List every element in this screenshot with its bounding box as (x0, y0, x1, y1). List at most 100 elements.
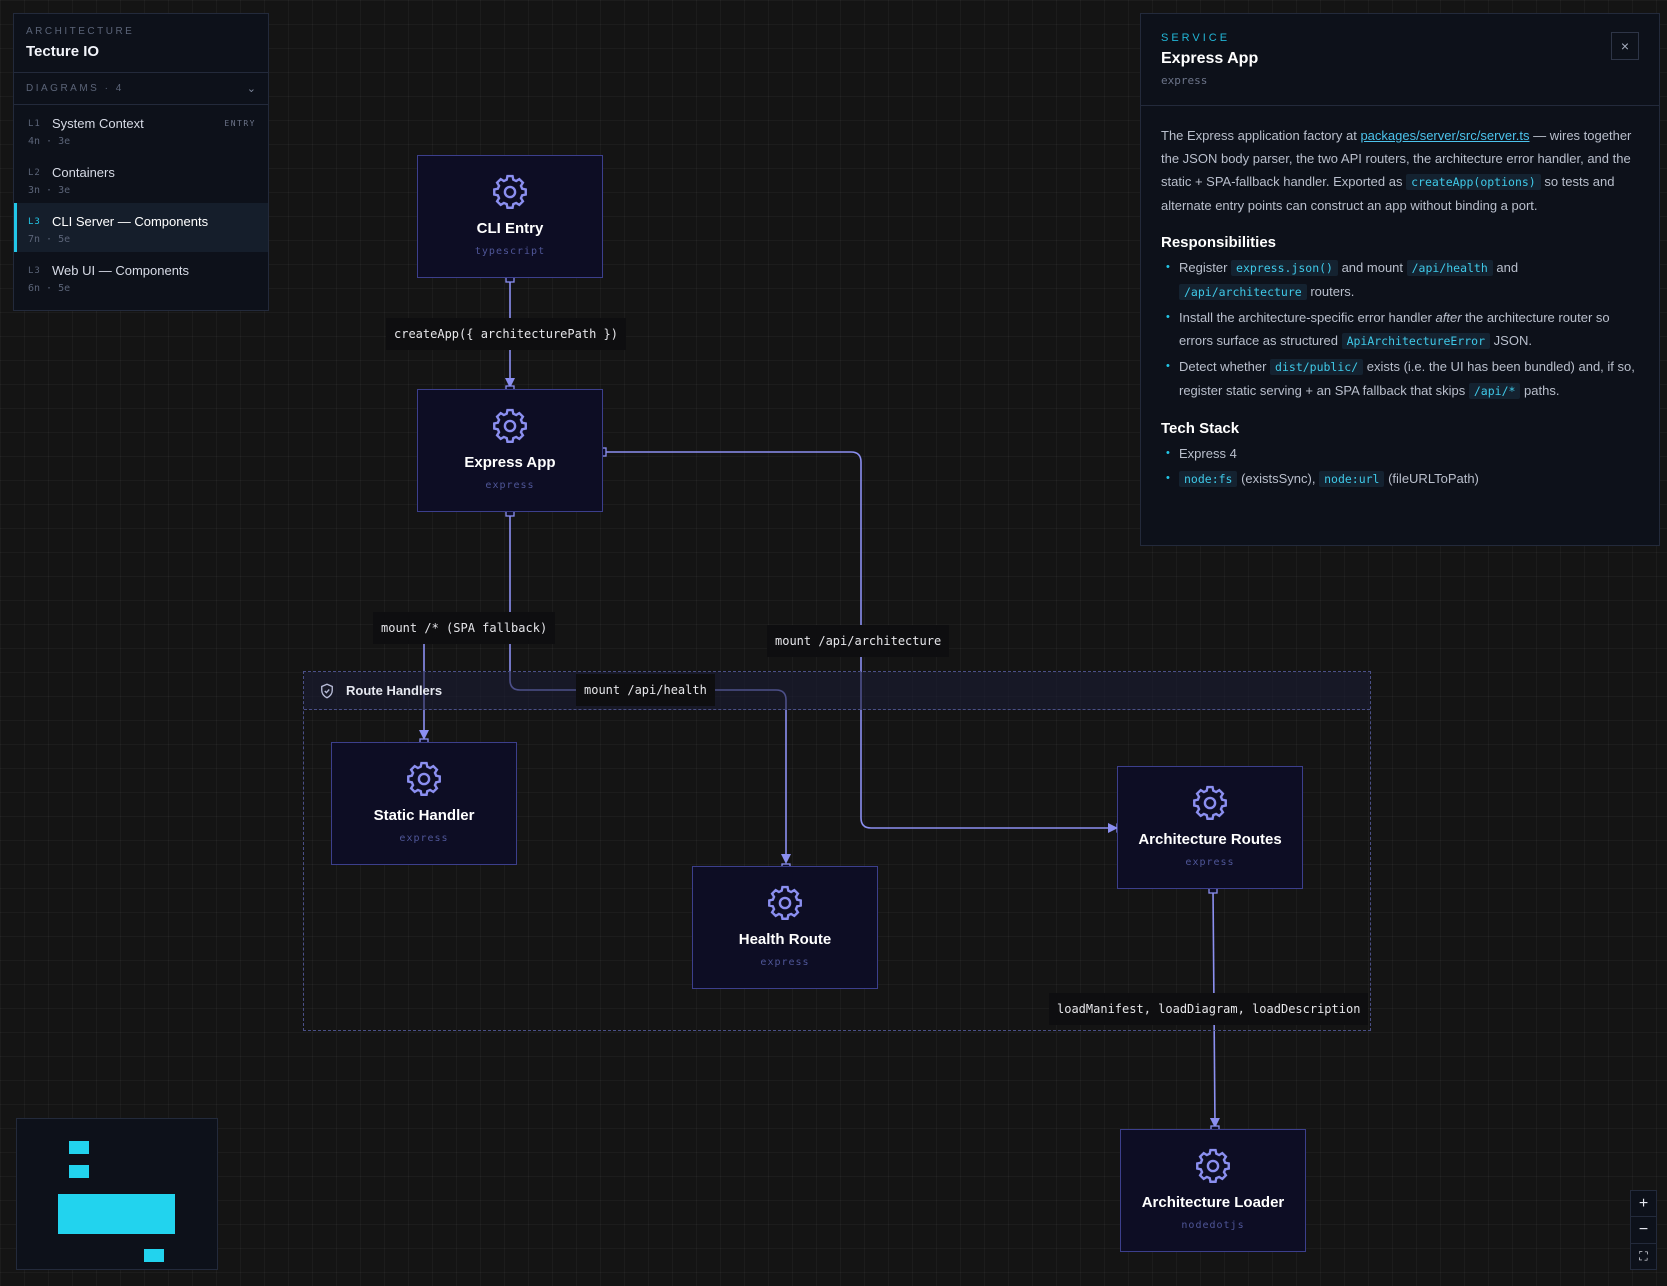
diagrams-header-label: DIAGRAMS · 4 (26, 83, 124, 94)
diagram-item-cli-server-components[interactable]: L3 CLI Server — Components 7n · 5e (14, 203, 268, 252)
detail-description: The Express application factory at packa… (1161, 124, 1639, 217)
detail-header: SERVICE Express App express × (1141, 14, 1659, 106)
responsibilities-heading: Responsibilities (1161, 234, 1277, 251)
group-header: Route Handlers (304, 672, 1370, 710)
node-express-app[interactable]: Express App express (417, 389, 603, 512)
node-architecture-routes[interactable]: Architecture Routes express (1117, 766, 1303, 889)
minimap[interactable] (16, 1118, 218, 1270)
diagram-name: Web UI — Components (52, 263, 190, 278)
gear-icon (407, 761, 441, 796)
edge-label-create-app[interactable]: createApp({ architecturePath }) (386, 318, 626, 350)
inline-code: express.json() (1231, 260, 1338, 276)
node-tech: nodedotjs (1181, 1220, 1245, 1231)
inline-code: ApiArchitectureError (1341, 333, 1491, 349)
text: The Express application factory at (1161, 128, 1361, 143)
gear-icon (493, 408, 527, 443)
node-name: Health Route (738, 931, 832, 948)
gear-icon (768, 885, 802, 920)
close-button[interactable]: × (1611, 32, 1639, 60)
node-tech: express (399, 833, 449, 844)
tech-stack-heading: Tech Stack (1161, 420, 1240, 437)
node-tech: express (760, 957, 810, 968)
fit-view-icon: ⛶ (1639, 1248, 1648, 1263)
node-static-handler[interactable]: Static Handler express (331, 742, 517, 865)
diagram-item-containers[interactable]: L2 Containers 3n · 3e (14, 154, 268, 203)
text: Detect whether (1179, 359, 1271, 374)
diagram-item-web-ui-components[interactable]: L3 Web UI — Components 6n · 5e (14, 252, 268, 301)
zoom-out-button[interactable]: − (1631, 1217, 1656, 1244)
gear-icon (493, 174, 527, 209)
inline-code: node:url (1319, 471, 1385, 487)
diagram-name: Containers (52, 165, 115, 180)
detail-body: The Express application factory at packa… (1141, 106, 1659, 511)
diagram-level: L1 (28, 118, 41, 129)
inline-code: dist/public/ (1270, 359, 1364, 375)
brand-kicker: ARCHITECTURE (26, 26, 135, 37)
brand-header: ARCHITECTURE Tecture IO (14, 14, 268, 73)
list-item: node:fs (existsSync), node:url (fileURLT… (1161, 467, 1639, 491)
diagram-meta: 7n · 5e (28, 234, 71, 245)
diagram-name: CLI Server — Components (52, 214, 209, 229)
diagram-meta: 4n · 3e (28, 136, 71, 147)
tech-stack-list: Express 4 node:fs (existsSync), node:url… (1161, 442, 1639, 491)
node-name: Static Handler (373, 807, 475, 824)
entry-badge: ENTRY (224, 119, 256, 128)
brand-title: Tecture IO (26, 43, 100, 60)
text: Register (1179, 260, 1232, 275)
detail-tech: express (1161, 74, 1208, 87)
inline-code: /api/* (1468, 383, 1521, 399)
zoom-controls: + − ⛶ (1630, 1190, 1657, 1270)
zoom-in-button[interactable]: + (1631, 1191, 1656, 1218)
detail-title: Express App (1161, 50, 1259, 67)
gear-icon (1193, 785, 1227, 820)
chevron-down-icon: ⌄ (246, 83, 256, 95)
node-name: CLI Entry (476, 220, 544, 237)
minimap-node (144, 1249, 164, 1262)
edge-label-mount-spa[interactable]: mount /* (SPA fallback) (373, 612, 556, 644)
node-tech: express (1185, 857, 1235, 868)
diagram-level: L3 (28, 265, 41, 276)
diagram-item-system-context[interactable]: L1 System Context ENTRY 4n · 3e (14, 105, 268, 154)
text: (existsSync), (1237, 471, 1320, 486)
list-item: Install the architecture-specific error … (1161, 306, 1639, 353)
text: and mount (1337, 260, 1407, 275)
edge-label-mount-health[interactable]: mount /api/health (576, 674, 715, 706)
inline-code: /api/health (1406, 260, 1493, 276)
list-item: Express 4 (1161, 442, 1639, 465)
text: Install the architecture-specific error … (1179, 310, 1436, 325)
source-file-link[interactable]: packages/server/src/server.ts (1360, 128, 1529, 143)
minus-icon: − (1638, 1220, 1649, 1238)
diagrams-panel: ARCHITECTURE Tecture IO DIAGRAMS · 4 ⌄ L… (13, 13, 269, 311)
inline-code: createApp(options) (1406, 174, 1541, 190)
node-name: Express App (464, 454, 556, 471)
detail-kind: SERVICE (1161, 32, 1231, 44)
text: (fileURLToPath) (1384, 471, 1479, 486)
minimap-node (69, 1141, 89, 1154)
edge-label-load-calls[interactable]: loadManifest, loadDiagram, loadDescripti… (1049, 993, 1369, 1025)
inline-code: node:fs (1179, 471, 1238, 487)
node-health-route[interactable]: Health Route express (692, 866, 878, 989)
minimap-node (69, 1165, 89, 1178)
emphasis: after (1435, 310, 1462, 325)
edge-label-mount-architecture[interactable]: mount /api/architecture (767, 625, 950, 657)
text: routers. (1306, 284, 1355, 299)
node-name: Architecture Loader (1141, 1194, 1285, 1211)
fit-view-button[interactable]: ⛶ (1631, 1244, 1656, 1269)
node-name: Architecture Routes (1138, 831, 1282, 848)
detail-panel: SERVICE Express App express × The Expres… (1140, 13, 1660, 546)
diagrams-dropdown[interactable]: DIAGRAMS · 4 ⌄ (14, 73, 268, 105)
diagram-level: L2 (28, 167, 41, 178)
node-tech: typescript (474, 246, 546, 257)
close-icon: × (1620, 38, 1630, 54)
diagram-level: L3 (28, 216, 41, 227)
text: JSON. (1490, 333, 1532, 348)
text: and (1492, 260, 1519, 275)
node-tech: express (485, 480, 535, 491)
node-architecture-loader[interactable]: Architecture Loader nodedotjs (1120, 1129, 1306, 1252)
group-title: Route Handlers (346, 683, 443, 698)
node-cli-entry[interactable]: CLI Entry typescript (417, 155, 603, 278)
list-item: Detect whether dist/public/ exists (i.e.… (1161, 355, 1639, 403)
diagram-name: System Context (52, 116, 144, 131)
responsibilities-list: Register express.json() and mount /api/h… (1161, 256, 1639, 403)
list-item: Register express.json() and mount /api/h… (1161, 256, 1639, 304)
